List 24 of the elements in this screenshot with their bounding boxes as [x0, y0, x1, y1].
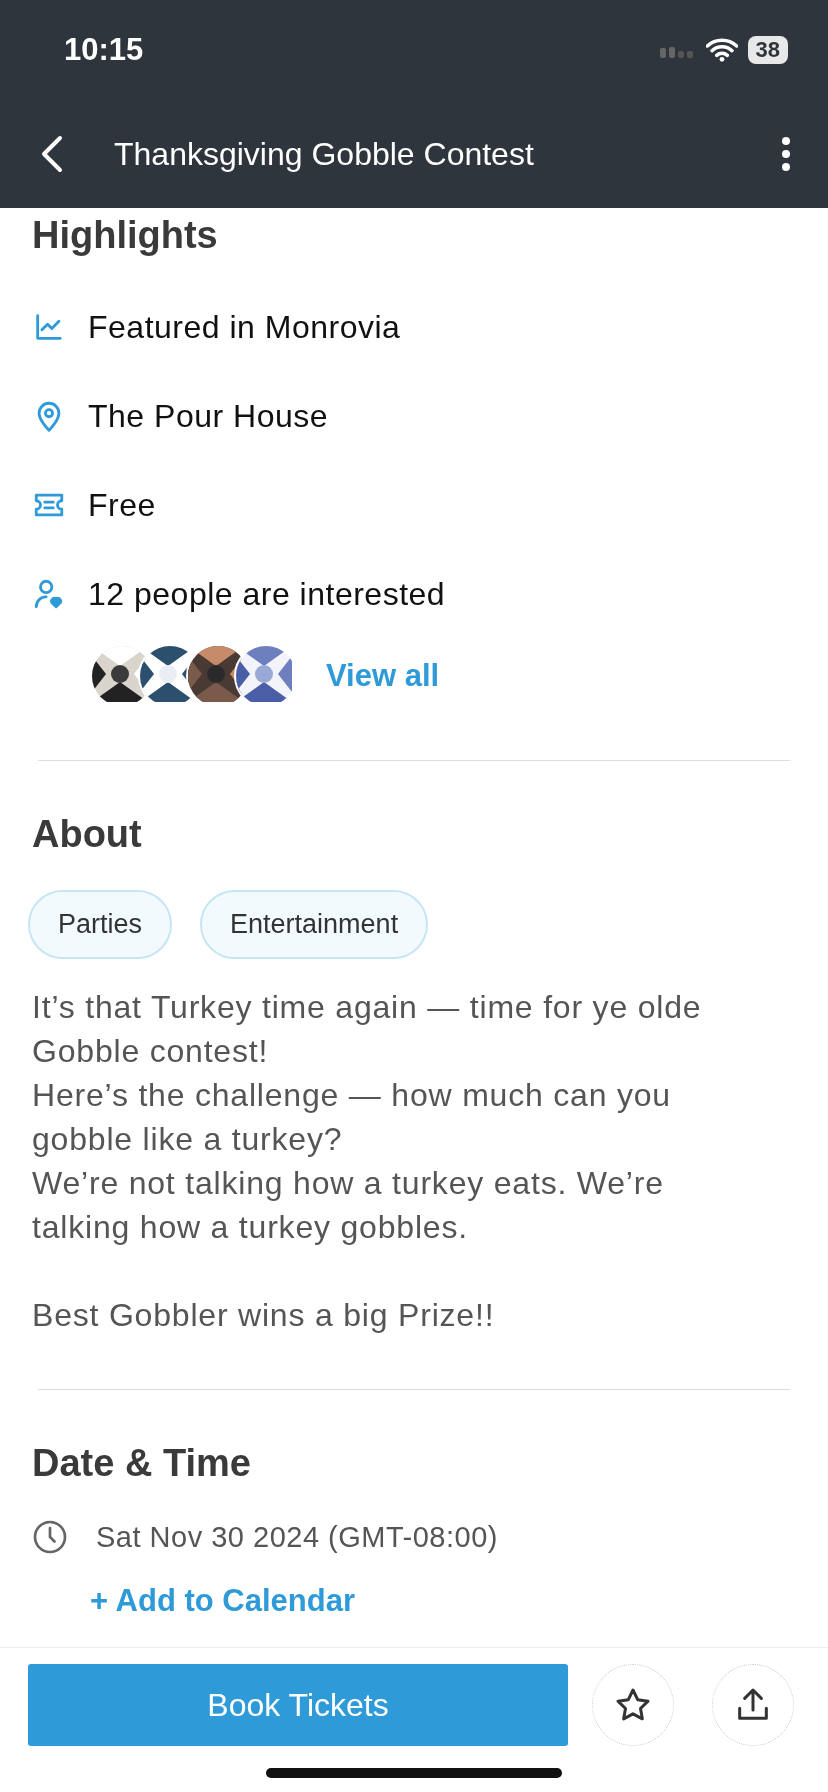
status-time: 10:15	[64, 32, 144, 68]
add-to-calendar-link[interactable]: + Add to Calendar	[90, 1583, 796, 1619]
highlight-text: Featured in Monrovia	[88, 308, 401, 346]
section-heading: Date & Time	[32, 1442, 252, 1485]
page-title: Thanksgiving Gobble Contest	[114, 135, 535, 173]
back-icon[interactable]	[40, 134, 64, 174]
wifi-icon	[705, 38, 738, 62]
more-menu-icon[interactable]	[780, 136, 792, 172]
battery-level: 38	[747, 36, 788, 64]
description-text: Here’s the challenge — how much can you gobble like a turkey?	[32, 1076, 672, 1159]
highlight-text: The Pour House	[88, 397, 328, 435]
section-heading: About	[32, 813, 143, 856]
section-heading: Highlights	[32, 214, 219, 257]
category-tag[interactable]: Entertainment	[200, 890, 429, 959]
book-tickets-button[interactable]: Book Tickets	[28, 1664, 568, 1746]
clock-icon	[32, 1519, 68, 1555]
highlight-text: Free	[88, 486, 156, 524]
category-tag[interactable]: Parties	[28, 890, 173, 959]
view-all-link[interactable]: View all	[326, 658, 440, 694]
description-text: We’re not talking how a turkey eats. We’re talking how a turkey gobbles.	[32, 1164, 665, 1247]
highlight-text: 12 people are interested	[88, 575, 446, 613]
event-date: Sat Nov 30 2024 (GMT-08:00)	[96, 1520, 498, 1554]
description-text: Best Gobbler wins a big Prize!!	[32, 1296, 496, 1335]
description-text: It’s that Turkey time again — time for ye olde Gobble contest!	[32, 988, 703, 1071]
